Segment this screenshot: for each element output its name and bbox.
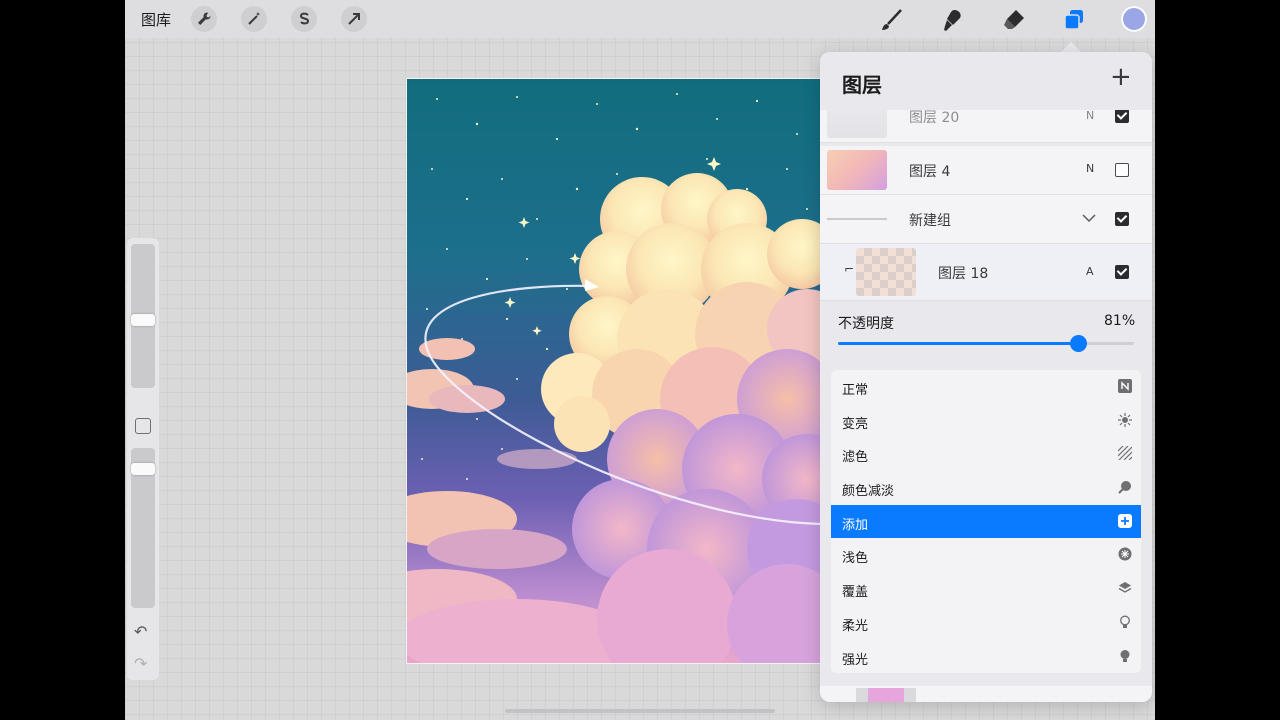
blend-mode-label: 浅色	[842, 551, 869, 567]
blend-mode-add[interactable]: 添加	[831, 504, 1141, 539]
blend-mode-label: 滤色	[842, 450, 869, 466]
opacity-label: 不透明度	[838, 316, 894, 332]
layers-icon	[1064, 10, 1083, 30]
undo-icon[interactable]: ↶	[134, 622, 147, 641]
blend-mode-soft-light[interactable]: 柔光	[831, 606, 1141, 640]
opacity-value: 81%	[1104, 313, 1136, 329]
layer-blend-mode[interactable]: N	[1086, 162, 1094, 175]
artwork-illustration	[407, 93, 821, 663]
blend-mode-list: 正常 变亮 滤色 颜色减淡 添加 浅色 覆盖 柔光 强光	[831, 370, 1141, 673]
layer-name: 图层 20	[909, 110, 960, 126]
group-thumbnail-line	[827, 218, 887, 220]
selection-button[interactable]	[291, 6, 317, 32]
blend-mode-lighter-color[interactable]: 浅色	[831, 538, 1141, 572]
group-row[interactable]: 新建组	[820, 195, 1152, 244]
eraser-icon	[1004, 10, 1024, 29]
hard-light-bulb-icon	[1120, 649, 1130, 662]
eraser-tool[interactable]	[999, 5, 1029, 35]
panel-pointer	[1061, 42, 1081, 52]
smudge-icon	[944, 10, 961, 31]
color-picker-button[interactable]	[1121, 6, 1147, 32]
blend-mode-color-dodge[interactable]: 颜色减淡	[831, 471, 1141, 505]
procreate-screen: 图库 ↶ ↷ 图层 20 N 图层 + 图层 4 N 新建组 ⌐ 图层 18 A…	[125, 0, 1155, 720]
color-dodge-icon	[1118, 481, 1131, 494]
layer-row-selected[interactable]: ⌐ 图层 18 A	[820, 244, 1152, 301]
home-indicator	[505, 709, 775, 713]
sidebar: ↶ ↷	[127, 238, 159, 680]
top-toolbar: 图库	[125, 0, 1155, 38]
layer-blend-mode[interactable]: A	[1086, 265, 1094, 278]
main-cumulus-cloud	[541, 173, 821, 663]
redo-icon[interactable]: ↷	[134, 654, 147, 673]
selection-s-icon	[299, 12, 310, 25]
brush-size-thumb[interactable]	[131, 314, 155, 326]
next-layer-row-partial[interactable]	[820, 686, 1152, 702]
brush-icon	[882, 9, 902, 30]
chevron-down-icon[interactable]	[1082, 213, 1096, 223]
adjustments-button[interactable]	[241, 6, 267, 32]
layer-name: 图层 4	[909, 164, 951, 180]
layer-visibility-checkbox[interactable]	[1115, 163, 1129, 177]
blend-mode-label: 变亮	[842, 416, 869, 432]
smudge-tool[interactable]	[937, 5, 967, 35]
layer-visibility-checkbox[interactable]	[1115, 265, 1129, 279]
layer-thumbnail	[856, 688, 916, 702]
canvas-artwork[interactable]	[406, 78, 822, 664]
brush-tool[interactable]	[877, 5, 907, 35]
blend-mode-normal[interactable]: 正常	[831, 370, 1141, 404]
actions-button[interactable]	[191, 6, 217, 32]
clipping-mask-icon: ⌐	[844, 262, 855, 276]
opacity-slider-fill	[838, 342, 1078, 345]
opacity-slider-thumb[interactable]	[1069, 335, 1087, 352]
lighter-color-icon	[1118, 547, 1132, 561]
blend-mode-lighten[interactable]: 变亮	[831, 404, 1141, 438]
modify-button[interactable]	[135, 418, 151, 434]
soft-light-bulb-icon	[1120, 615, 1130, 628]
layer-thumbnail	[827, 150, 887, 190]
blend-mode-label: 柔光	[842, 618, 869, 634]
blend-mode-label: 颜色减淡	[842, 484, 895, 500]
opacity-slider[interactable]	[838, 335, 1134, 352]
normal-n-icon	[1118, 379, 1132, 393]
lighten-sun-icon	[1118, 412, 1132, 427]
blend-mode-screen[interactable]: 滤色	[831, 437, 1141, 471]
opacity-section: 不透明度 81%	[820, 302, 1152, 362]
panel-header: 图层 +	[820, 52, 1152, 110]
add-layer-plus-icon[interactable]: +	[1110, 64, 1132, 90]
transform-arrow-icon	[348, 13, 360, 25]
blend-mode-label: 覆盖	[842, 585, 869, 601]
add-plus-icon	[1118, 513, 1132, 528]
transform-button[interactable]	[341, 6, 367, 32]
magic-wand-icon	[248, 12, 260, 25]
blend-mode-label: 强光	[842, 652, 869, 668]
layers-tool[interactable]	[1059, 5, 1089, 35]
blend-mode-label: 正常	[842, 383, 869, 398]
blend-mode-overlay[interactable]: 覆盖	[831, 572, 1141, 606]
layer-name: 图层 18	[938, 266, 989, 282]
layer-thumbnail-color	[868, 688, 904, 702]
layer-thumbnail	[856, 248, 916, 296]
wrench-icon	[198, 12, 211, 25]
blend-mode-hard-light[interactable]: 强光	[831, 640, 1141, 674]
layer-blend-mode[interactable]: N	[1086, 109, 1094, 122]
panel-title-text: 图层	[842, 73, 882, 97]
layers-panel: 图层 + 图层 20 N 图层 + 图层 4 N 新建组	[820, 52, 1152, 702]
layer-visibility-checkbox[interactable]	[1115, 109, 1129, 123]
group-visibility-checkbox[interactable]	[1115, 212, 1129, 226]
blend-mode-label: 添加	[842, 517, 869, 533]
brush-opacity-thumb[interactable]	[131, 463, 155, 475]
layer-row[interactable]: 图层 4 N	[820, 146, 1152, 195]
gallery-link[interactable]: 图库	[141, 9, 171, 30]
overlay-layers-icon	[1118, 582, 1132, 593]
group-name: 新建组	[909, 213, 951, 229]
screen-hatch-icon	[1118, 446, 1132, 461]
